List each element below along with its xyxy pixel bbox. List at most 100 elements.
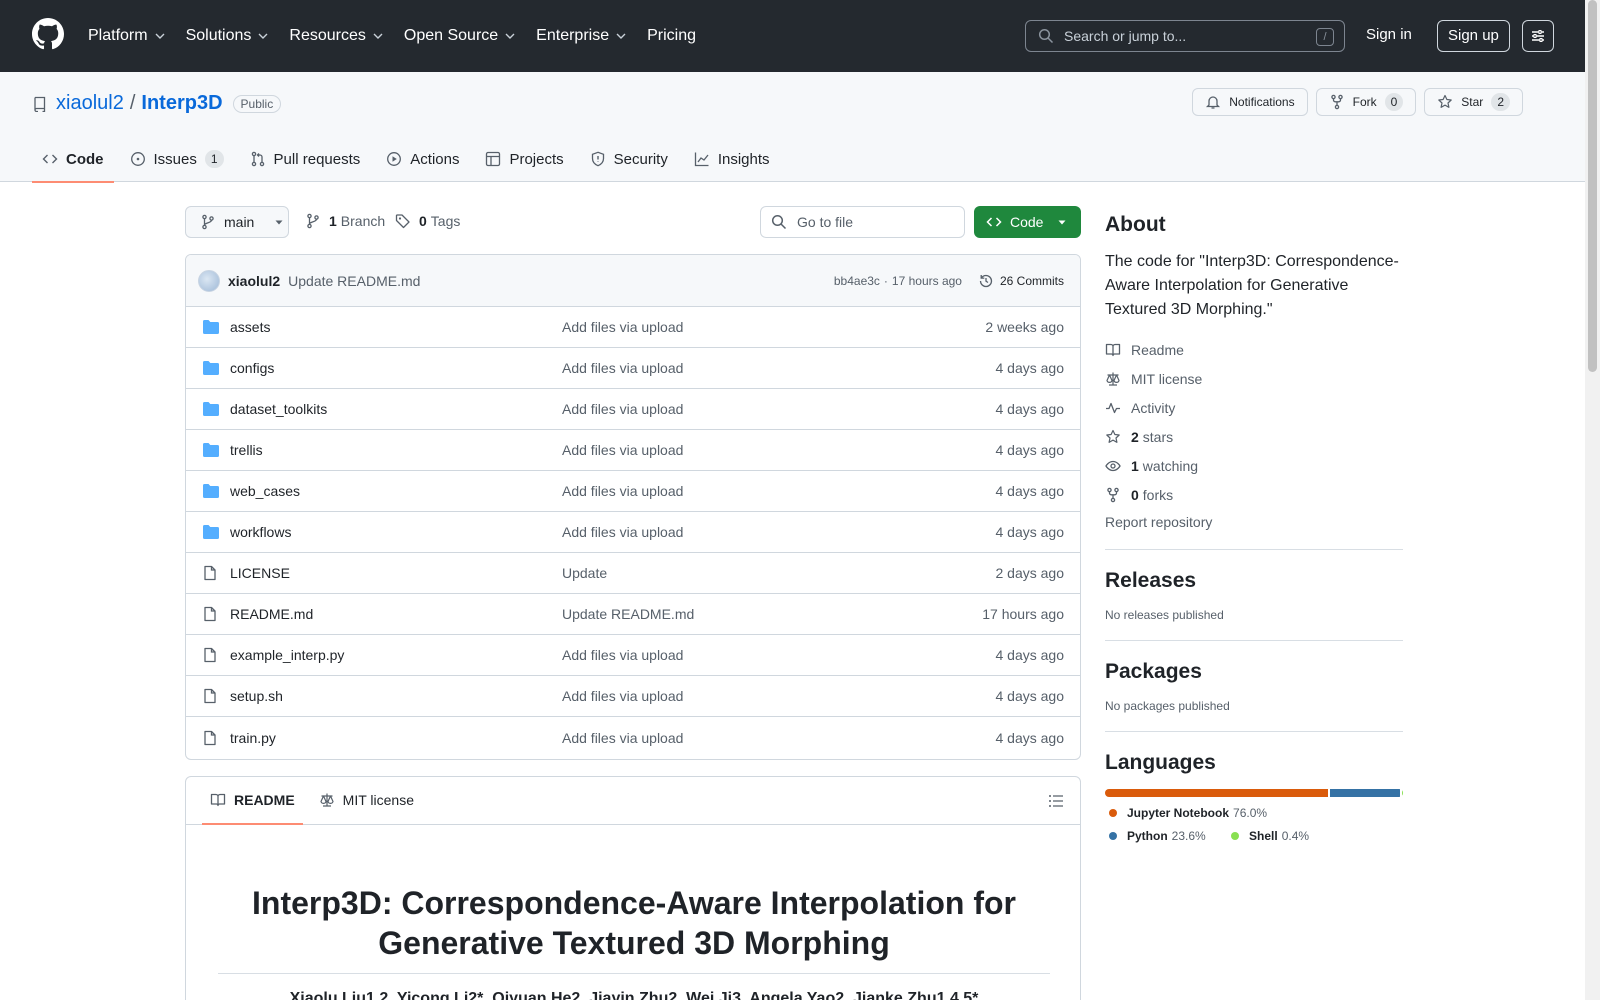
- file-name-link[interactable]: configs: [230, 360, 562, 376]
- table-row[interactable]: example_interp.py Add files via upload 4 d…: [186, 635, 1080, 676]
- file-commit-message[interactable]: Add files via upload: [562, 647, 996, 663]
- language-shell[interactable]: Shell 0.4%: [1231, 829, 1309, 843]
- file-name-link[interactable]: train.py: [230, 730, 562, 746]
- tab-code[interactable]: Code: [32, 136, 114, 183]
- file-name-link[interactable]: README.md: [230, 606, 562, 622]
- repo-owner-link[interactable]: xiaolul2: [56, 92, 124, 115]
- table-row[interactable]: workflows Add files via upload 4 days ago: [186, 512, 1080, 553]
- file-commit-message[interactable]: Update: [562, 565, 996, 581]
- issue-icon: [130, 152, 145, 166]
- tab-projects[interactable]: Projects: [475, 136, 573, 182]
- tab-security[interactable]: Security: [580, 136, 678, 182]
- tab-readme[interactable]: README: [202, 777, 303, 825]
- nav-platform-label: Platform: [88, 27, 148, 44]
- file-name-link[interactable]: LICENSE: [230, 565, 562, 581]
- file-commit-message[interactable]: Add files via upload: [562, 319, 985, 335]
- file-name-link[interactable]: dataset_toolkits: [230, 401, 562, 417]
- file-name-link[interactable]: trellis: [230, 442, 562, 458]
- packages-heading[interactable]: Packages: [1105, 660, 1403, 684]
- file-commit-message[interactable]: Add files via upload: [562, 483, 996, 499]
- file-commit-message[interactable]: Add files via upload: [562, 688, 996, 704]
- file-icon: [204, 647, 216, 663]
- tab-issues[interactable]: Issues 1: [120, 136, 234, 182]
- tab-insights[interactable]: Insights: [684, 136, 780, 182]
- avatar[interactable]: [198, 269, 220, 292]
- file-type-icon: [202, 565, 220, 581]
- branch-selector[interactable]: main: [185, 206, 289, 238]
- nav-open-source[interactable]: Open Source: [404, 27, 516, 45]
- file-age: 4 days ago: [995, 524, 1065, 540]
- law-icon: [1106, 372, 1120, 386]
- search-input[interactable]: Search or jump to... /: [1025, 20, 1345, 52]
- tab-actions[interactable]: Actions: [376, 136, 469, 182]
- nav-resources[interactable]: Resources: [289, 27, 383, 45]
- nav-enterprise[interactable]: Enterprise: [536, 27, 627, 45]
- table-row[interactable]: LICENSE Update 2 days ago: [186, 553, 1080, 594]
- tab-license[interactable]: MIT license: [311, 777, 422, 824]
- branches-link[interactable]: 1 Branch: [305, 213, 385, 229]
- nav-pricing[interactable]: Pricing: [647, 27, 696, 45]
- notifications-label: Notifications: [1229, 95, 1295, 109]
- table-row[interactable]: setup.sh Add files via upload 4 days ago: [186, 676, 1080, 717]
- nav-platform[interactable]: Platform: [88, 27, 166, 45]
- file-name-link[interactable]: web_cases: [230, 483, 562, 499]
- file-name-link[interactable]: setup.sh: [230, 688, 562, 704]
- file-commit-message[interactable]: Add files via upload: [562, 442, 996, 458]
- nav-solutions[interactable]: Solutions: [186, 27, 270, 45]
- star-button[interactable]: Star 2: [1424, 88, 1523, 116]
- pull-request-icon: [251, 151, 264, 167]
- fork-button[interactable]: Fork 0: [1315, 88, 1417, 116]
- sliders-icon: [1532, 30, 1544, 42]
- tags-link[interactable]: 0 Tags: [395, 213, 460, 229]
- activity-link[interactable]: Activity: [1105, 393, 1202, 422]
- file-commit-message[interactable]: Add files via upload: [562, 401, 996, 417]
- sign-in-link[interactable]: Sign in: [1366, 26, 1412, 43]
- language-name: Python: [1127, 829, 1168, 843]
- notifications-button[interactable]: Notifications: [1192, 88, 1308, 116]
- file-commit-message[interactable]: Add files via upload: [562, 524, 996, 540]
- tab-pull-requests[interactable]: Pull requests: [240, 136, 371, 182]
- table-row[interactable]: train.py Add files via upload 4 days ago: [186, 717, 1080, 758]
- table-row[interactable]: assets Add files via upload 2 weeks ago: [186, 307, 1080, 348]
- file-commit-message[interactable]: Add files via upload: [562, 360, 996, 376]
- github-logo-icon[interactable]: [32, 18, 64, 50]
- forks-link[interactable]: 0 forks: [1105, 480, 1202, 509]
- table-row[interactable]: configs Add files via upload 4 days ago: [186, 348, 1080, 389]
- about-links: Readme MIT license Activity 2 stars 1 wa…: [1105, 335, 1202, 509]
- language-bar-segment: [1105, 789, 1329, 797]
- file-name-link[interactable]: example_interp.py: [230, 647, 562, 663]
- file-name-link[interactable]: assets: [230, 319, 562, 335]
- table-row[interactable]: trellis Add files via upload 4 days ago: [186, 430, 1080, 471]
- outline-button[interactable]: [1048, 793, 1064, 809]
- file-type-icon: [202, 319, 220, 335]
- file-name-link[interactable]: workflows: [230, 524, 562, 540]
- license-link[interactable]: MIT license: [1105, 364, 1202, 393]
- go-to-file-input[interactable]: Go to file: [760, 206, 965, 238]
- language-jupyter[interactable]: Jupyter Notebook 76.0%: [1109, 806, 1267, 820]
- commit-meta-dot: ·: [883, 273, 888, 288]
- stars-link[interactable]: 2 stars: [1105, 422, 1202, 451]
- repo-name-link[interactable]: Interp3D: [141, 92, 222, 115]
- releases-heading[interactable]: Releases: [1105, 569, 1403, 593]
- table-row[interactable]: web_cases Add files via upload 4 days ago: [186, 471, 1080, 512]
- table-row[interactable]: dataset_toolkits Add files via upload 4 da…: [186, 389, 1080, 430]
- page-scrollbar-thumb[interactable]: [1588, 0, 1597, 372]
- commit-author[interactable]: xiaolul2: [228, 273, 280, 289]
- search-shortcut-key: /: [1316, 28, 1334, 46]
- menu-button[interactable]: [1522, 20, 1554, 52]
- file-commit-message[interactable]: Update README.md: [562, 606, 982, 622]
- code-icon: [42, 154, 58, 164]
- watching-link[interactable]: 1 watching: [1105, 451, 1202, 480]
- sign-up-button[interactable]: Sign up: [1437, 20, 1510, 52]
- readme-link[interactable]: Readme: [1105, 335, 1202, 364]
- code-dropdown-button[interactable]: Code: [974, 206, 1081, 238]
- commit-message[interactable]: Update README.md: [288, 273, 420, 289]
- language-python[interactable]: Python 23.6%: [1109, 829, 1206, 843]
- commits-link[interactable]: 26 Commits: [978, 273, 1064, 289]
- table-row[interactable]: README.md Update README.md 17 hours ago: [186, 594, 1080, 635]
- report-repository-link[interactable]: Report repository: [1105, 514, 1212, 530]
- commit-hash[interactable]: bb4ae3c: [834, 274, 880, 288]
- chevron-down-icon: [616, 33, 626, 39]
- file-commit-message[interactable]: Add files via upload: [562, 730, 996, 746]
- license-link-label: MIT license: [1131, 370, 1203, 387]
